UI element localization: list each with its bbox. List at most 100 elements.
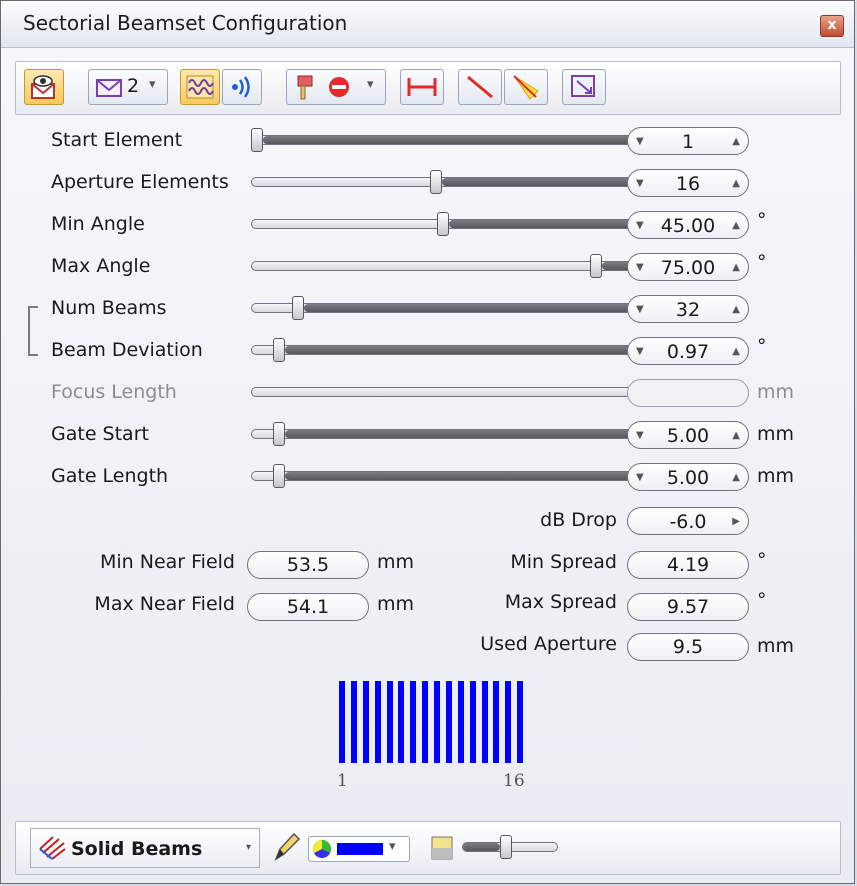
decrement-arrow-icon[interactable]: ▼: [636, 178, 644, 189]
decrement-arrow-icon[interactable]: ▼: [636, 136, 644, 147]
param-slider[interactable]: [251, 254, 635, 278]
max-spread-label: Max Spread: [504, 591, 617, 613]
param-spinner[interactable]: 1 ▼ ▲: [627, 127, 749, 155]
element-bar: [422, 681, 428, 763]
decrement-arrow-icon[interactable]: ▼: [636, 262, 644, 273]
element-bar: [398, 681, 404, 763]
param-label: Gate Length: [51, 465, 169, 487]
display-mode-dropdown[interactable]: Solid Beams ▾: [30, 828, 260, 868]
element-bar: [470, 681, 476, 763]
waveform-toggle-button[interactable]: [180, 69, 220, 105]
decrement-arrow-icon[interactable]: ▼: [636, 346, 644, 357]
increment-arrow-icon[interactable]: ▲: [732, 220, 740, 231]
param-slider[interactable]: [251, 422, 635, 446]
slider-fill: [285, 472, 634, 480]
param-label: Max Angle: [51, 255, 151, 277]
param-slider[interactable]: [251, 296, 635, 320]
beam-line-icon: [467, 75, 493, 99]
chevron-down-icon: ▾: [149, 77, 156, 92]
increment-arrow-icon[interactable]: ▲: [732, 304, 740, 315]
param-spinner[interactable]: 32 ▼ ▲: [627, 295, 749, 323]
param-spinner[interactable]: 16 ▼ ▲: [627, 169, 749, 197]
param-spinner[interactable]: 5.00 ▼ ▲: [627, 463, 749, 491]
param-spinner[interactable]: 45.00 ▼ ▲: [627, 211, 749, 239]
increment-arrow-icon[interactable]: ▲: [732, 472, 740, 483]
view-count-dropdown[interactable]: 2 ▾: [88, 69, 168, 105]
param-slider[interactable]: [251, 212, 635, 236]
param-slider[interactable]: [251, 128, 635, 152]
param-slider: [251, 387, 635, 399]
opacity-slider[interactable]: [462, 835, 558, 859]
beam-color-picker[interactable]: ▾: [308, 836, 410, 862]
param-slider[interactable]: [251, 464, 635, 488]
param-label: Num Beams: [51, 297, 167, 319]
measure-button[interactable]: [400, 69, 444, 105]
measure-icon: [407, 78, 437, 96]
export-button[interactable]: [562, 69, 606, 105]
beam-fan-button[interactable]: [504, 69, 548, 105]
slider-thumb[interactable]: [273, 422, 285, 446]
slider-thumb[interactable]: [292, 296, 304, 320]
decrement-arrow-icon[interactable]: ▼: [636, 430, 644, 441]
beam-color-swatch: [337, 843, 383, 855]
min-near-field-unit: mm: [377, 551, 415, 573]
increment-arrow-icon[interactable]: ▲: [732, 262, 740, 273]
param-slider[interactable]: [251, 338, 635, 362]
beam-line-button[interactable]: [458, 69, 502, 105]
decrement-arrow-icon[interactable]: ▼: [636, 472, 644, 483]
param-spinner[interactable]: 5.00 ▼ ▲: [627, 421, 749, 449]
chevron-right-icon[interactable]: ▶: [732, 516, 740, 527]
slider-fill: [442, 178, 634, 186]
probe-dropdown[interactable]: ▾: [286, 69, 386, 105]
toolbar: 2 ▾ ▾: [15, 61, 841, 115]
used-aperture-unit: mm: [757, 635, 795, 657]
slider-thumb[interactable]: [273, 464, 285, 488]
envelope-icon: [96, 79, 122, 97]
color-wheel-icon: [313, 840, 331, 858]
max-spread-value: 9.57: [627, 593, 749, 621]
param-unit: °: [757, 251, 767, 273]
decrement-arrow-icon[interactable]: ▼: [636, 220, 644, 231]
param-unit: °: [757, 335, 767, 357]
slider-thumb[interactable]: [251, 128, 263, 152]
pencil-icon[interactable]: [272, 831, 302, 865]
param-spinner[interactable]: 0.97 ▼ ▲: [627, 337, 749, 365]
opacity-icon: [431, 836, 453, 860]
max-spread-unit: °: [757, 589, 767, 611]
element-bar: [493, 681, 499, 763]
increment-arrow-icon[interactable]: ▲: [732, 136, 740, 147]
view-toggle-button[interactable]: [24, 69, 64, 105]
eye-envelope-icon: [31, 75, 55, 99]
param-value: 45.00: [660, 215, 716, 237]
param-value: 0.97: [666, 341, 710, 363]
signal-toggle-button[interactable]: [222, 69, 262, 105]
opacity-slider-thumb[interactable]: [500, 835, 512, 859]
close-button[interactable]: x: [820, 15, 844, 37]
db-drop-value: -6.0: [669, 511, 707, 533]
waveform-icon: [186, 75, 214, 99]
slider-thumb[interactable]: [437, 212, 449, 236]
slider-thumb[interactable]: [430, 170, 442, 194]
param-spinner[interactable]: 75.00 ▼ ▲: [627, 253, 749, 281]
element-bar: [446, 681, 452, 763]
db-drop-spinner[interactable]: -6.0 ▶: [627, 507, 749, 535]
param-slider[interactable]: [251, 170, 635, 194]
min-spread-unit: °: [757, 549, 767, 571]
param-unit: mm: [757, 465, 795, 487]
chevron-down-icon: ▾: [367, 77, 374, 92]
slider-thumb[interactable]: [590, 254, 602, 278]
slider-fill: [304, 304, 634, 312]
db-drop-label: dB Drop: [540, 509, 617, 531]
element-bar: [351, 681, 357, 763]
window-title: Sectorial Beamset Configuration: [23, 11, 348, 35]
increment-arrow-icon[interactable]: ▲: [732, 178, 740, 189]
decrement-arrow-icon[interactable]: ▼: [636, 304, 644, 315]
increment-arrow-icon[interactable]: ▲: [732, 346, 740, 357]
slider-thumb[interactable]: [273, 338, 285, 362]
element-bar: [363, 681, 369, 763]
min-near-field-label: Min Near Field: [99, 551, 235, 573]
max-near-field-unit: mm: [377, 593, 415, 615]
increment-arrow-icon[interactable]: ▲: [732, 430, 740, 441]
export-icon: [571, 75, 595, 97]
param-label: Focus Length: [51, 381, 177, 403]
